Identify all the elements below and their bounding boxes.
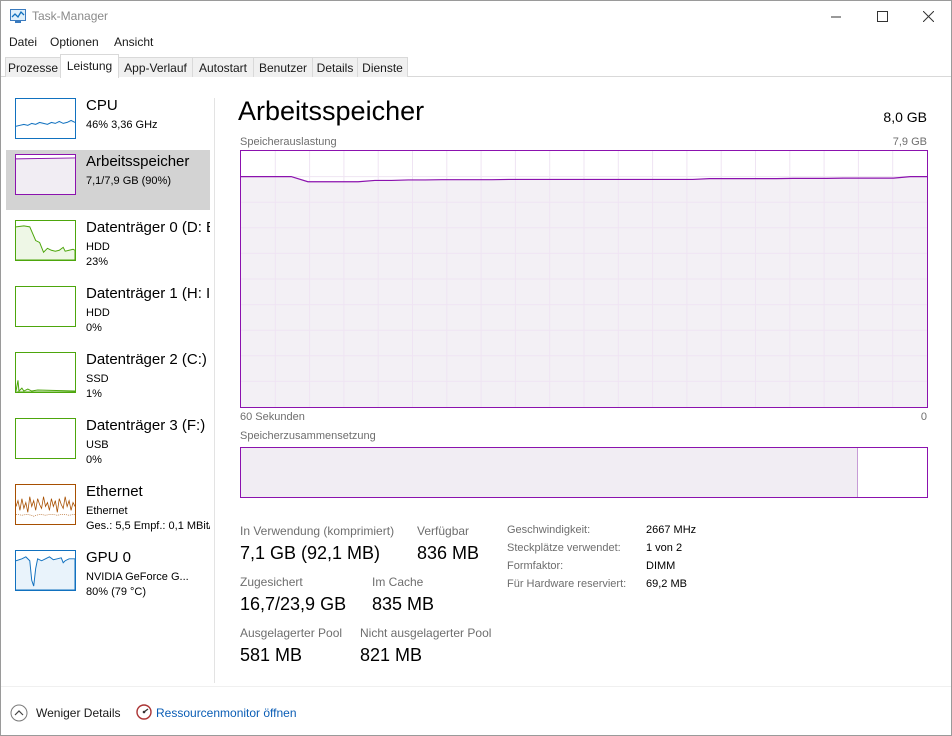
sidebar-item-disk-1[interactable]: Datenträger 1 (H: I HDD 0%: [6, 282, 210, 342]
sidebar-item-ethernet[interactable]: Ethernet Ethernet Ges.: 5,5 Empf.: 0,1 M…: [6, 480, 210, 540]
footer-bar: Weniger Details Ressourcenmonitor öffnen: [1, 686, 951, 735]
page-title: Arbeitsspeicher: [238, 96, 425, 126]
stat-paged-pool-value: 581 MB: [240, 645, 303, 665]
info-reserved-value: 69,2 MB: [646, 578, 687, 590]
menu-file[interactable]: Datei: [9, 35, 37, 49]
disk-3-thumbnail-graph: [15, 418, 76, 459]
stat-in-use-label: In Verwendung (komprimiert): [240, 524, 395, 538]
task-manager-icon: [10, 9, 26, 23]
sidebar-item-detail: Ges.: 5,5 Empf.: 0,1 MBit/s: [86, 520, 210, 532]
sidebar-item-title: Arbeitsspeicher: [86, 153, 190, 170]
memory-usage-graph: [240, 150, 928, 408]
resource-monitor-label: Ressourcenmonitor öffnen: [156, 706, 297, 720]
stat-available-label: Verfügbar: [417, 524, 470, 538]
tab-startup[interactable]: Autostart: [192, 57, 254, 77]
sidebar-item-detail: 0%: [86, 322, 102, 334]
window-title: Task-Manager: [32, 9, 109, 23]
info-form-factor-label: Formfaktor:: [507, 560, 564, 572]
sidebar-item-memory[interactable]: Arbeitsspeicher 7,1/7,9 GB (90%): [6, 150, 210, 210]
sidebar-item-cpu[interactable]: CPU 46% 3,36 GHz: [6, 94, 210, 154]
sidebar-item-title: Datenträger 3 (F:): [86, 417, 206, 434]
info-speed-value: 2667 MHz: [646, 524, 697, 536]
sidebar-item-title: Datenträger 2 (C:): [86, 351, 207, 368]
stat-cached-label: Im Cache: [372, 575, 424, 589]
info-reserved-label: Für Hardware reserviert:: [507, 578, 627, 590]
sidebar-divider: [214, 98, 215, 683]
usage-graph-label: Speicherauslastung: [240, 136, 337, 148]
usage-graph-max: 7,9 GB: [892, 136, 927, 148]
resource-monitor-icon: [136, 704, 152, 720]
stat-in-use-value: 7,1 GB (92,1 MB): [240, 543, 381, 563]
fewer-details-label: Weniger Details: [36, 706, 121, 720]
menu-bar: Datei Optionen Ansicht: [1, 32, 951, 52]
graph-time-end: 0: [920, 411, 927, 423]
sidebar-item-disk-0[interactable]: Datenträger 0 (D: E HDD 23%: [6, 216, 210, 276]
memory-thumbnail-graph: [15, 154, 76, 195]
minimize-icon: [830, 16, 841, 18]
sidebar-item-detail: 46% 3,36 GHz: [86, 119, 158, 131]
tab-details[interactable]: Details: [312, 57, 358, 77]
maximize-button[interactable]: [859, 1, 905, 32]
info-slots-label: Steckplätze verwendet:: [507, 542, 621, 554]
resource-sidebar: CPU 46% 3,36 GHz Arbeitsspeicher 7,1/7,9…: [1, 78, 214, 686]
sidebar-item-type: USB: [86, 439, 109, 451]
sidebar-item-type: HDD: [86, 307, 110, 319]
sidebar-item-title: Datenträger 0 (D: E: [86, 219, 210, 236]
memory-composition-bar: [240, 447, 928, 498]
stat-available-value: 836 MB: [417, 543, 480, 563]
tab-users[interactable]: Benutzer: [253, 57, 313, 77]
info-speed-label: Geschwindigkeit:: [507, 524, 591, 536]
stat-committed-label: Zugesichert: [240, 575, 303, 589]
minimize-button[interactable]: [813, 1, 859, 32]
tab-bar: Prozesse Leistung App-Verlauf Autostart …: [1, 54, 951, 78]
tab-performance[interactable]: Leistung: [60, 54, 119, 78]
graph-time-span: 60 Sekunden: [240, 411, 305, 423]
task-manager-window: Task-Manager Datei Optionen Ansicht Proz…: [0, 0, 952, 736]
sidebar-item-type: NVIDIA GeForce G...: [86, 571, 189, 583]
sidebar-item-detail: 23%: [86, 256, 109, 268]
close-button[interactable]: [905, 1, 951, 32]
sidebar-item-type: Ethernet: [86, 505, 128, 517]
sidebar-item-type: SSD: [86, 373, 109, 385]
info-form-factor-value: DIMM: [646, 560, 676, 572]
disk-1-thumbnail-graph: [15, 286, 76, 327]
sidebar-item-title: CPU: [86, 97, 118, 114]
disk-0-thumbnail-graph: [15, 220, 76, 261]
sidebar-item-disk-2[interactable]: Datenträger 2 (C:) SSD 1%: [6, 348, 210, 408]
cpu-thumbnail-graph: [15, 98, 76, 139]
sidebar-item-detail: 80% (79 °C): [86, 586, 147, 598]
sidebar-item-title: Ethernet: [86, 483, 143, 500]
info-slots-value: 1 von 2: [646, 542, 683, 554]
menu-view[interactable]: Ansicht: [114, 35, 153, 49]
stat-paged-pool-label: Ausgelagerter Pool: [240, 626, 343, 640]
sidebar-item-title: GPU 0: [86, 549, 132, 566]
sidebar-item-detail: 1%: [86, 388, 102, 400]
menu-options[interactable]: Optionen: [50, 35, 99, 49]
composition-in-use-segment: [241, 448, 859, 497]
stat-cached-value: 835 MB: [372, 594, 435, 614]
tab-processes[interactable]: Prozesse: [5, 57, 61, 77]
composition-label: Speicherzusammensetzung: [240, 430, 376, 442]
sidebar-item-detail: 0%: [86, 454, 102, 466]
sidebar-item-disk-3[interactable]: Datenträger 3 (F:) USB 0%: [6, 414, 210, 474]
gpu-thumbnail-graph: [15, 550, 76, 591]
tab-services[interactable]: Dienste: [357, 57, 408, 77]
maximize-icon: [876, 11, 888, 22]
stat-committed-value: 16,7/23,9 GB: [240, 594, 347, 614]
sidebar-item-gpu[interactable]: GPU 0 NVIDIA GeForce G... 80% (79 °C): [6, 546, 210, 606]
stat-nonpaged-pool-value: 821 MB: [360, 645, 423, 665]
close-icon: [922, 11, 934, 22]
ethernet-thumbnail-graph: [15, 484, 76, 525]
sidebar-item-type: HDD: [86, 241, 110, 253]
stat-nonpaged-pool-label: Nicht ausgelagerter Pool: [360, 626, 492, 640]
title-bar[interactable]: Task-Manager: [1, 1, 951, 32]
chevron-up-circle-icon: [10, 704, 28, 722]
tab-app-history[interactable]: App-Verlauf: [118, 57, 193, 77]
disk-2-thumbnail-graph: [15, 352, 76, 393]
sidebar-item-title: Datenträger 1 (H: I: [86, 285, 210, 302]
memory-total: 8,0 GB: [883, 109, 927, 125]
sidebar-item-detail: 7,1/7,9 GB (90%): [86, 175, 171, 187]
